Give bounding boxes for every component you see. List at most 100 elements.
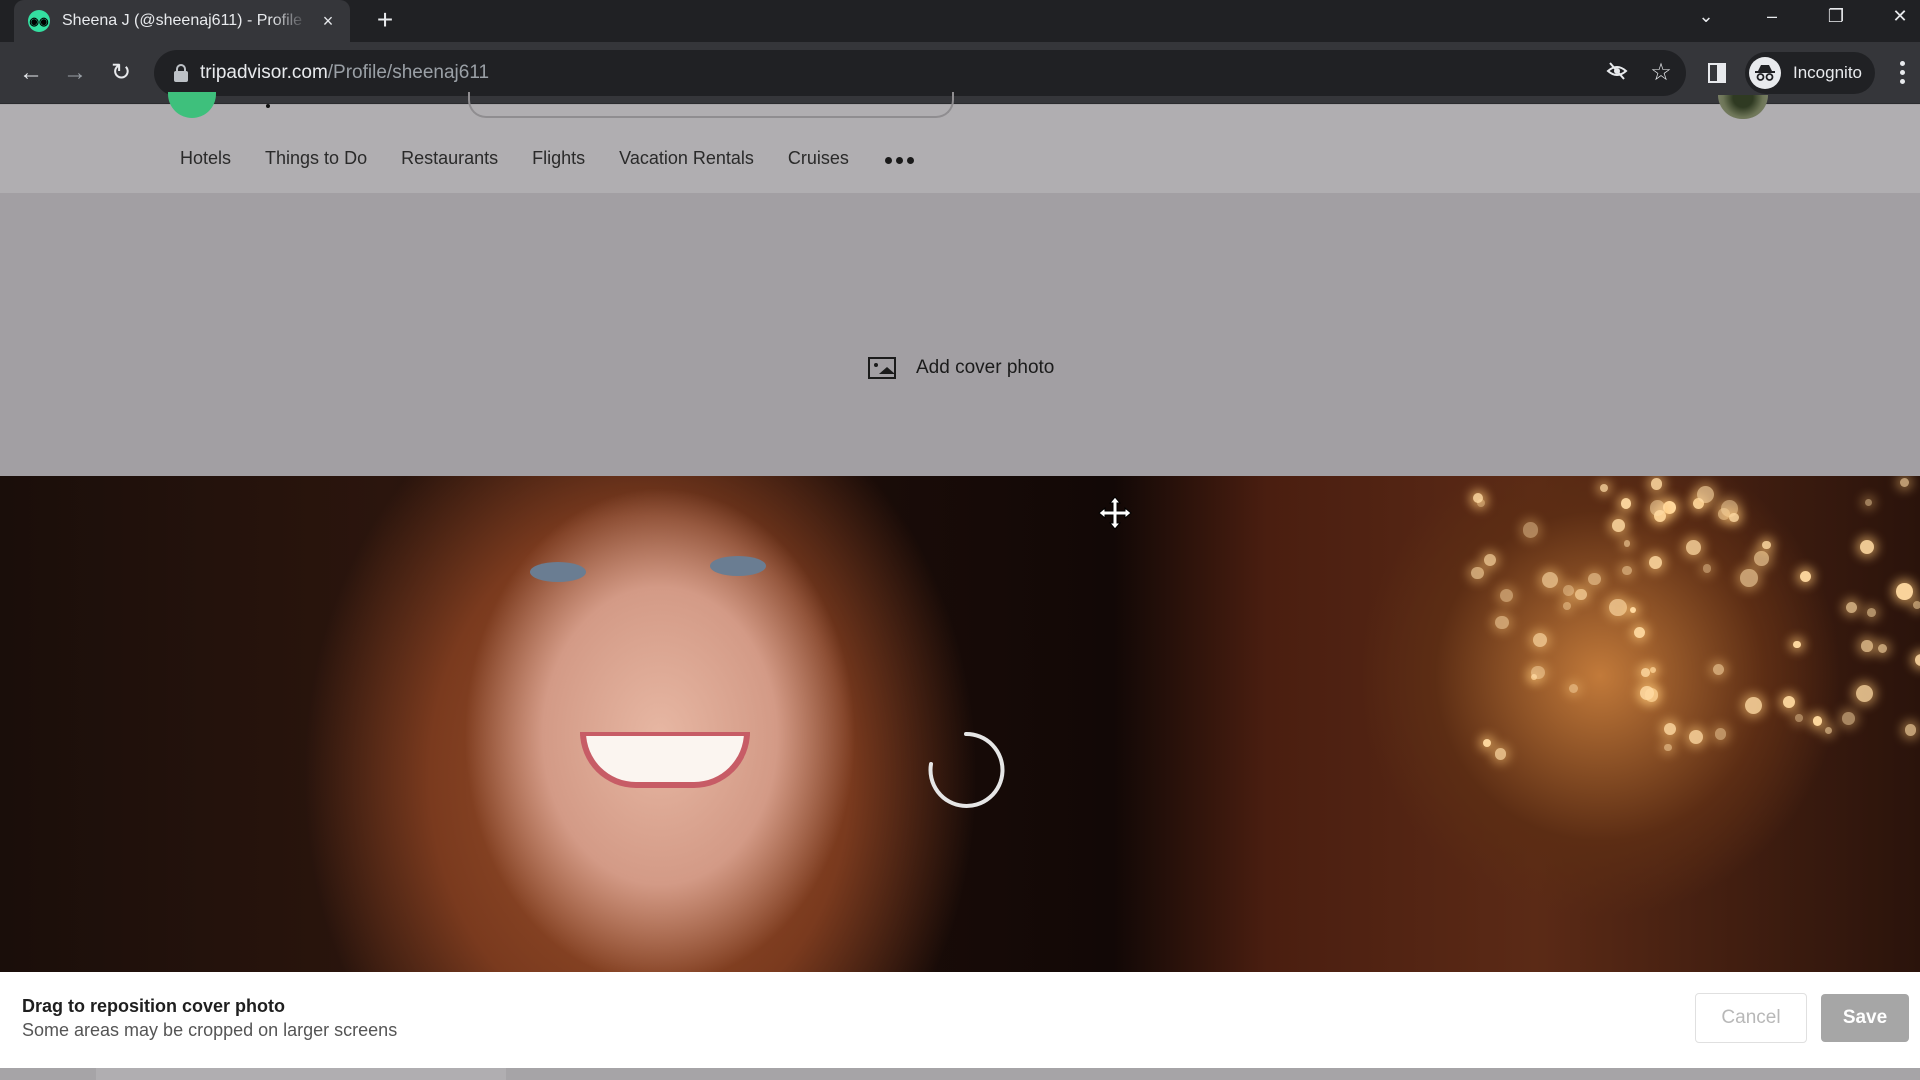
url-text[interactable]: tripadvisor.com/Profile/sheenaj611 [200, 62, 489, 84]
tab-close-icon[interactable]: × [318, 11, 338, 32]
bokeh-light [1649, 500, 1666, 516]
bokeh-light [1499, 588, 1514, 603]
bokeh-light [1495, 615, 1510, 630]
bokeh-light [1532, 632, 1547, 647]
bokeh-light [1621, 498, 1632, 509]
bokeh-light [1795, 714, 1803, 722]
bokeh-light [1913, 600, 1920, 609]
cancel-button[interactable]: Cancel [1695, 993, 1807, 1043]
more-options-icon[interactable] [884, 153, 914, 164]
forward-button[interactable]: → [58, 56, 92, 90]
bokeh-light [1896, 583, 1913, 600]
bokeh-light [1611, 519, 1625, 532]
bookmark-star-icon[interactable]: ☆ [1648, 60, 1674, 86]
bokeh-light [1640, 686, 1654, 700]
browser-tab-bar: ◉◉ Sheena J (@sheenaj611) - Profile × + … [0, 0, 1920, 42]
bokeh-light [1494, 748, 1506, 760]
cover-photo-preview[interactable] [0, 476, 1920, 972]
bokeh-light [1714, 728, 1726, 740]
tab-title: Sheena J (@sheenaj611) - Profile [62, 12, 303, 29]
nav-hotels[interactable]: Hotels [180, 148, 231, 169]
bokeh-light [1793, 640, 1801, 649]
add-cover-photo-label: Add cover photo [916, 357, 1055, 378]
nav-restaurants[interactable]: Restaurants [401, 148, 498, 169]
minimize-button[interactable]: – [1742, 0, 1802, 32]
incognito-badge[interactable]: Incognito [1745, 52, 1875, 94]
bokeh-light [1915, 653, 1920, 667]
url-domain: tripadvisor.com [200, 62, 328, 83]
bokeh-light [1754, 551, 1769, 566]
bokeh-light [1588, 572, 1601, 586]
save-button[interactable]: Save [1821, 994, 1909, 1042]
bokeh-light [1483, 554, 1496, 567]
bokeh-light [1860, 540, 1874, 555]
nav-cruises[interactable]: Cruises [788, 148, 849, 169]
bokeh-light [1542, 572, 1558, 589]
lock-icon[interactable] [174, 64, 188, 82]
bokeh-light [1609, 598, 1627, 617]
tab-search-icon[interactable]: ⌄ [1676, 0, 1736, 32]
bokeh-light [1633, 627, 1645, 639]
bokeh-light [1522, 522, 1539, 538]
bokeh-light [1740, 569, 1758, 587]
bokeh-light [1713, 664, 1725, 676]
cover-photo-area [0, 193, 1920, 476]
back-button[interactable]: ← [14, 56, 48, 90]
reposition-title: Drag to reposition cover photo [22, 996, 286, 1016]
bokeh-light [1664, 743, 1672, 752]
bokeh-light [1629, 606, 1637, 614]
bokeh-light [1568, 684, 1579, 694]
bokeh-light [1664, 723, 1677, 736]
site-nav: Hotels Things to Do Restaurants Flights … [180, 148, 914, 169]
side-panel-icon[interactable] [1708, 63, 1726, 83]
reposition-bar: Drag to reposition cover photo Some area… [0, 972, 1920, 1068]
bokeh-light [1599, 484, 1609, 493]
bokeh-light [1483, 738, 1492, 748]
nav-vacation-rentals[interactable]: Vacation Rentals [619, 148, 754, 169]
loading-spinner [928, 731, 1005, 808]
browser-menu-icon[interactable] [1892, 59, 1912, 87]
close-window-button[interactable]: ✕ [1870, 0, 1920, 32]
reposition-subtitle: Some areas may be cropped on larger scre… [22, 1020, 398, 1040]
browser-toolbar: ← → ↻ tripadvisor.com/Profile/sheenaj611… [0, 42, 1920, 104]
bokeh-light [1842, 712, 1855, 725]
bokeh-light [1855, 685, 1873, 703]
bokeh-light [1762, 541, 1771, 550]
bokeh-light [1575, 588, 1588, 601]
bokeh-light [1744, 697, 1762, 715]
add-cover-photo-button[interactable]: Add cover photo [868, 357, 1054, 379]
bokeh-light [1729, 512, 1739, 523]
address-bar[interactable]: tripadvisor.com/Profile/sheenaj611 ☆ [154, 50, 1686, 96]
bokeh-light [1696, 485, 1715, 504]
photo-detail [710, 556, 766, 576]
new-tab-button[interactable]: + [370, 6, 400, 36]
bokeh-light [1899, 477, 1910, 488]
bokeh-light [1783, 696, 1796, 709]
bokeh-light [1877, 643, 1888, 654]
page-content-below [0, 1068, 1920, 1080]
bokeh-light [1866, 607, 1876, 617]
bokeh-light [1689, 729, 1704, 744]
reload-button[interactable]: ↻ [104, 56, 138, 90]
bokeh-light [1799, 570, 1812, 582]
nav-flights[interactable]: Flights [532, 148, 585, 169]
nav-things-to-do[interactable]: Things to Do [265, 148, 367, 169]
bokeh-light [1812, 716, 1822, 726]
bokeh-light [1472, 492, 1483, 503]
photo-detail [580, 732, 750, 788]
bokeh-light [1623, 540, 1631, 548]
incognito-icon [1749, 57, 1781, 89]
incognito-label: Incognito [1793, 63, 1862, 82]
bokeh-light [1562, 585, 1574, 597]
browser-tab[interactable]: ◉◉ Sheena J (@sheenaj611) - Profile × [14, 0, 350, 42]
bokeh-light [1641, 668, 1650, 677]
site-search-box[interactable] [468, 92, 954, 118]
bokeh-light [1824, 726, 1833, 735]
restore-button[interactable]: ❐ [1806, 0, 1866, 32]
bokeh-light [1686, 540, 1702, 556]
logo-mark [266, 104, 270, 108]
bokeh-light [1650, 478, 1663, 491]
eye-off-icon[interactable] [1604, 60, 1630, 86]
url-path: /Profile/sheenaj611 [327, 62, 490, 83]
bokeh-light [1622, 565, 1632, 576]
